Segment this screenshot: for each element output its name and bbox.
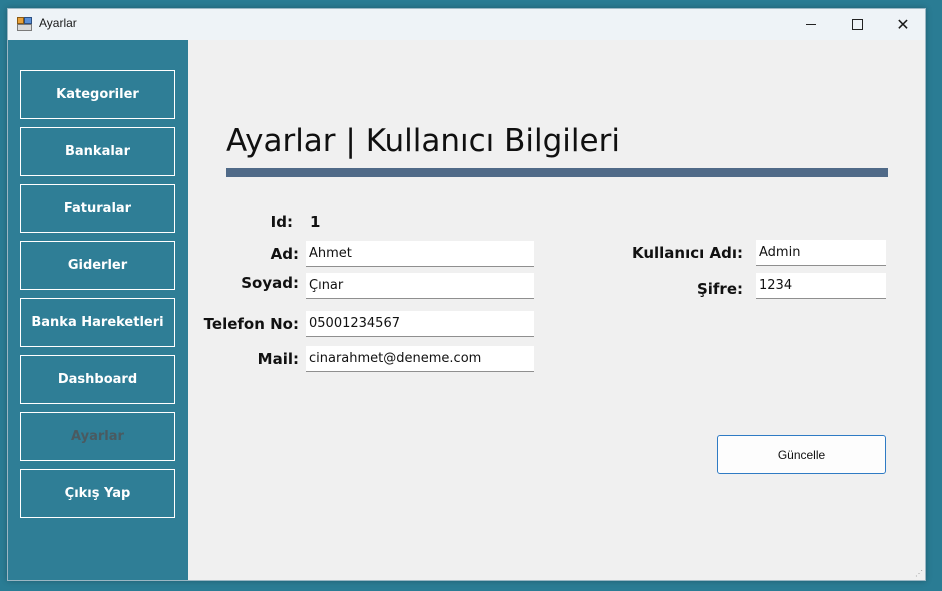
update-button[interactable]: Güncelle — [717, 435, 886, 474]
sidebar-item-banka-hareketleri[interactable]: Banka Hareketleri — [20, 298, 175, 347]
ad-label: Ad: — [270, 245, 299, 263]
app-window: Ayarlar ✕ Kategoriler Bankalar Faturalar… — [7, 8, 926, 581]
minimize-icon — [806, 24, 816, 25]
resize-grip-icon[interactable]: ⋰ — [915, 570, 923, 578]
id-value: 1 — [310, 213, 321, 231]
sidebar-item-kategoriler[interactable]: Kategoriler — [20, 70, 175, 119]
soyad-label: Soyad: — [241, 274, 299, 292]
kullanici-adi-label: Kullanıcı Adı: — [631, 244, 743, 262]
maximize-button[interactable] — [834, 9, 880, 40]
sidebar-item-dashboard[interactable]: Dashboard — [20, 355, 175, 404]
sidebar-item-ayarlar[interactable]: Ayarlar — [20, 412, 175, 461]
close-icon: ✕ — [896, 14, 910, 34]
title-bar: Ayarlar ✕ — [8, 9, 925, 40]
sidebar-item-giderler[interactable]: Giderler — [20, 241, 175, 290]
app-icon — [17, 17, 32, 31]
telefon-label: Telefon No: — [203, 315, 299, 333]
mail-label: Mail: — [257, 350, 299, 368]
title-underline — [226, 168, 888, 177]
ad-field[interactable] — [306, 241, 534, 267]
sidebar-item-bankalar[interactable]: Bankalar — [20, 127, 175, 176]
window-title: Ayarlar — [39, 16, 77, 30]
sidebar-item-faturalar[interactable]: Faturalar — [20, 184, 175, 233]
maximize-icon — [851, 19, 863, 30]
settings-panel: Ayarlar | Kullanıcı Bilgileri Id: 1 Ad: … — [188, 40, 925, 580]
minimize-button[interactable] — [788, 9, 834, 40]
kullanici-adi-field[interactable] — [756, 240, 886, 266]
close-button[interactable]: ✕ — [880, 9, 925, 40]
telefon-field[interactable] — [306, 311, 534, 337]
page-title: Ayarlar | Kullanıcı Bilgileri — [226, 123, 620, 159]
sifre-label: Şifre: — [696, 280, 743, 298]
sifre-field[interactable] — [756, 273, 886, 299]
soyad-field[interactable] — [306, 273, 534, 299]
sidebar: Kategoriler Bankalar Faturalar Giderler … — [8, 40, 188, 580]
sidebar-item-cikis-yap[interactable]: Çıkış Yap — [20, 469, 175, 518]
id-label: Id: — [270, 213, 293, 231]
mail-field[interactable] — [306, 346, 534, 372]
